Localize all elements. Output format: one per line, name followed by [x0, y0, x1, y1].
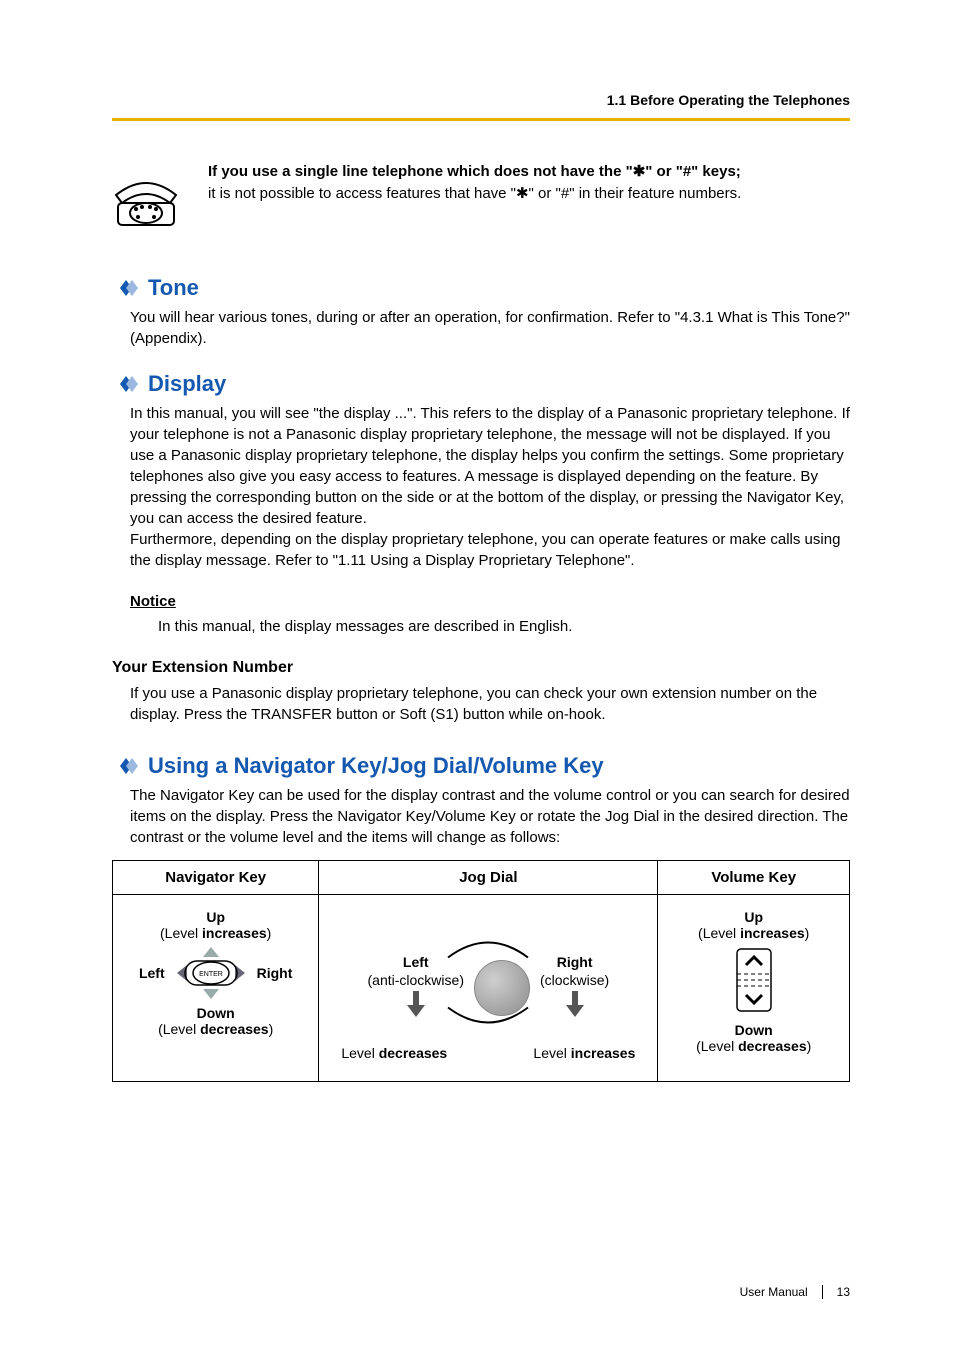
tone-heading: Tone	[112, 275, 850, 301]
vol-up-label: Up	[666, 909, 841, 925]
nav-left-label: Left	[139, 965, 165, 981]
extension-body: If you use a Panasonic display proprieta…	[130, 683, 850, 725]
jogdial-cell: Left (anti-clockwise)	[319, 895, 658, 1082]
intro-paragraph: If you use a single line telephone which…	[208, 161, 741, 205]
diamond-bullet-icon	[112, 278, 140, 298]
col-navigator: Navigator Key	[113, 861, 319, 895]
volume-rocker-icon	[731, 947, 777, 1013]
jog-right-effect: Level increases	[533, 1045, 635, 1061]
col-jogdial: Jog Dial	[319, 861, 658, 895]
vol-up-sub: (Level increases)	[666, 925, 841, 941]
footer-label: User Manual	[740, 1285, 808, 1299]
vol-down-sub: (Level decreases)	[666, 1038, 841, 1054]
jog-arc-left-icon	[418, 928, 558, 1038]
vol-down-label: Down	[666, 1022, 841, 1038]
tone-title: Tone	[148, 275, 199, 301]
navigator-cell: Up (Level increases) Left ENTER	[113, 895, 319, 1082]
intro-line2: it is not possible to access features th…	[208, 185, 741, 202]
footer-page-number: 13	[837, 1285, 850, 1299]
table-header-row: Navigator Key Jog Dial Volume Key	[113, 861, 850, 895]
navigator-body: The Navigator Key can be used for the di…	[130, 785, 850, 848]
nav-up-label: Up	[121, 909, 310, 925]
col-volume: Volume Key	[658, 861, 850, 895]
keys-table: Navigator Key Jog Dial Volume Key Up (Le…	[112, 860, 850, 1082]
header-rule	[112, 118, 850, 121]
nav-down-sub: (Level decreases)	[121, 1021, 310, 1037]
nav-down-label: Down	[121, 1005, 310, 1021]
navigator-title: Using a Navigator Key/Jog Dial/Volume Ke…	[148, 753, 604, 779]
notice-heading: Notice	[130, 593, 850, 610]
rotary-phone-icon	[112, 165, 180, 233]
footer-separator	[822, 1285, 823, 1299]
jog-left-effect: Level decreases	[341, 1045, 447, 1061]
volume-cell: Up (Level increases) Down (Level decreas…	[658, 895, 850, 1082]
notice-body: In this manual, the display messages are…	[158, 616, 850, 637]
svg-text:ENTER: ENTER	[199, 971, 223, 978]
display-heading: Display	[112, 371, 850, 397]
nav-right-label: Right	[257, 965, 293, 981]
navigator-heading: Using a Navigator Key/Jog Dial/Volume Ke…	[112, 753, 850, 779]
nav-up-sub: (Level increases)	[121, 925, 310, 941]
intro-bold: If you use a single line telephone which…	[208, 163, 741, 180]
diamond-bullet-icon	[112, 374, 140, 394]
extension-heading: Your Extension Number	[112, 659, 850, 677]
navigator-key-icon: ENTER	[171, 947, 251, 999]
page-footer: User Manual 13	[740, 1285, 850, 1299]
table-row: Up (Level increases) Left ENTER	[113, 895, 850, 1082]
tone-body: You will hear various tones, during or a…	[130, 307, 850, 349]
diamond-bullet-icon	[112, 756, 140, 776]
arrow-down-icon	[560, 989, 590, 1019]
display-title: Display	[148, 371, 226, 397]
display-body: In this manual, you will see "the displa…	[130, 403, 850, 571]
running-header: 1.1 Before Operating the Telephones	[112, 92, 850, 108]
